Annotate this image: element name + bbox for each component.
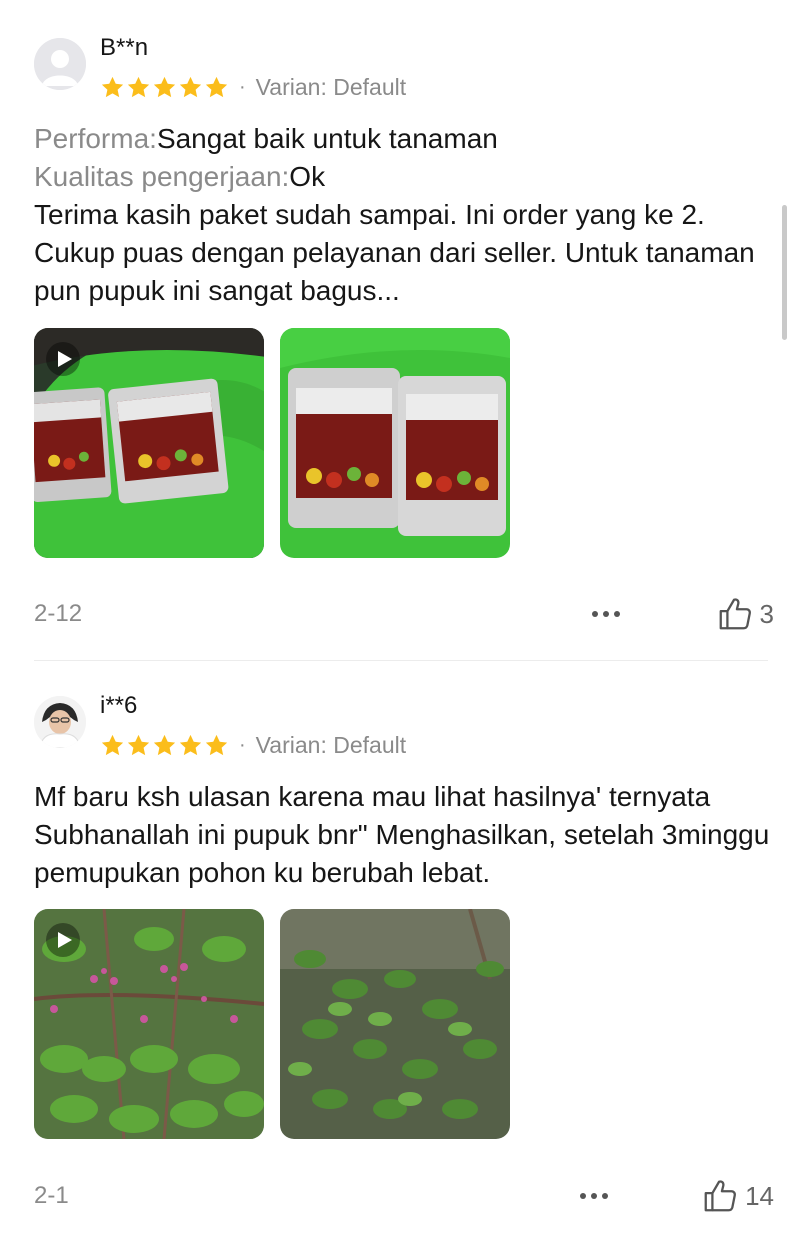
avatar[interactable] [34,696,86,748]
like-button[interactable]: 14 [701,1176,774,1216]
star-icon [127,76,150,97]
review-footer: 2-12 3 [34,594,774,634]
thumbs-up-icon [719,598,751,630]
like-button[interactable]: 3 [716,594,774,634]
separator-dot: · [239,75,246,98]
review-date: 2-12 [34,600,83,627]
avatar[interactable] [34,38,86,90]
rating-row: · Varian: Default [100,730,406,760]
attribute-row: Performa:Sangat baik untuk tanaman [34,120,774,158]
plant-photo [280,909,510,1139]
more-dot [592,611,598,617]
separator-dot: · [239,733,246,756]
more-dot [602,1193,608,1199]
star-icon [205,76,228,97]
star-rating [100,733,229,758]
default-avatar-icon [34,38,86,90]
more-dot [591,1193,597,1199]
star-icon [179,76,202,97]
user-avatar-image [34,696,86,748]
star-icon [153,734,176,755]
review-photo[interactable] [280,328,510,558]
variant-label: Varian: Default [255,731,407,758]
attribute-value: Sangat baik untuk tanaman [156,123,498,154]
review-body: Mf baru ksh ulasan karena mau lihat hasi… [34,781,770,888]
attribute-row: Kualitas pengerjaan:Ok [34,158,774,196]
rating-row: · Varian: Default [100,72,406,102]
review-card: B**n · Varian: Default Performa:Sangat b… [0,0,800,660]
reviewer-name[interactable]: B**n [100,34,148,62]
star-icon [101,734,124,755]
star-icon [179,734,202,755]
review-video-thumbnail[interactable] [34,328,264,558]
play-icon[interactable] [46,342,80,376]
variant-label: Varian: Default [255,73,407,100]
review-date: 2-1 [34,1182,69,1209]
like-count: 3 [759,598,774,629]
review-card: i**6 · Varian: Default Mf baru ksh ulasa… [0,660,800,1240]
more-dot [603,611,609,617]
play-icon[interactable] [46,923,80,957]
attribute-label: Performa: [34,123,157,154]
star-icon [205,734,228,755]
star-icon [101,76,124,97]
review-video-thumbnail[interactable] [34,909,264,1139]
review-footer: 2-1 14 [34,1176,774,1216]
thumbs-up-icon [704,1180,737,1212]
review-body: Terima kasih paket sudah sampai. Ini ord… [34,199,755,306]
review-content: Mf baru ksh ulasan karena mau lihat hasi… [34,778,774,892]
star-icon [153,76,176,97]
review-photo[interactable] [280,909,510,1139]
more-options-icon[interactable] [574,1176,614,1216]
attribute-label: Kualitas pengerjaan: [34,161,290,192]
reviewer-name[interactable]: i**6 [100,692,137,720]
more-options-icon[interactable] [586,594,626,634]
star-icon [127,734,150,755]
star-rating [100,75,229,100]
like-count: 14 [745,1180,774,1211]
review-content: Performa:Sangat baik untuk tanaman Kuali… [34,120,774,310]
more-dot [580,1193,586,1199]
more-dot [614,611,620,617]
attribute-value: Ok [289,161,326,192]
fertilizer-packs-photo [280,328,510,558]
